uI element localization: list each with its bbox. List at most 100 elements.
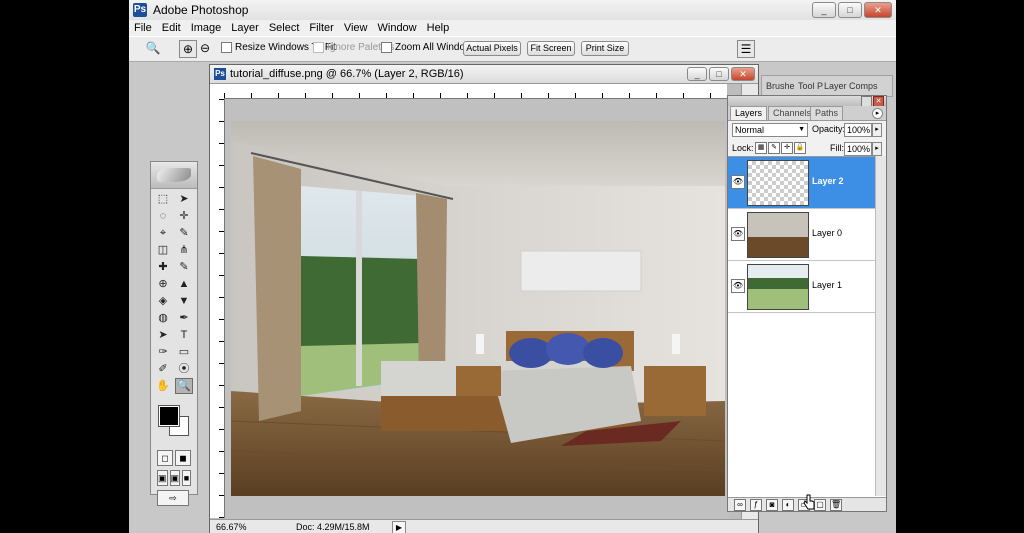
doc-close-button[interactable]: ✕ [731, 67, 755, 81]
palette-toggle-icon[interactable]: ☰ [737, 40, 755, 58]
pen-tool-icon[interactable]: ✒ [175, 310, 193, 326]
marquee-tool-icon[interactable]: ⬚ [154, 191, 172, 207]
resize-windows-checkbox[interactable] [221, 42, 232, 53]
maximize-button[interactable]: □ [838, 2, 862, 18]
ruler-origin[interactable] [210, 84, 225, 99]
tab-layers[interactable]: Layers [730, 106, 768, 120]
lasso-tool-icon[interactable]: ◌ [154, 208, 172, 224]
ignore-palettes-checkbox[interactable] [313, 42, 324, 53]
trash-icon[interactable]: 🗑 [830, 498, 842, 511]
actual-pixels-button[interactable]: Actual Pixels [463, 41, 521, 56]
fill-slider-arrow-icon[interactable]: ▸ [872, 142, 882, 156]
menu-file[interactable]: File [129, 22, 157, 34]
eye-icon[interactable]: 👁 [731, 227, 745, 241]
layer-row-layer-0[interactable]: 👁 Layer 0 [728, 209, 886, 261]
lock-pixels-icon[interactable]: ✎ [768, 142, 780, 154]
standard-mode-icon[interactable]: ◻ [157, 450, 173, 466]
zoom-tool-icon[interactable]: 🔍 [145, 40, 161, 56]
zoom-tool-selected-icon[interactable]: 🔍 [175, 378, 193, 394]
palette-well-tool-presets[interactable]: Tool P [798, 81, 823, 91]
menu-window[interactable]: Window [373, 22, 422, 34]
standard-screen-icon[interactable]: ▣ [157, 470, 168, 486]
crop-tool-icon[interactable]: ⌖ [154, 225, 172, 241]
menu-help[interactable]: Help [422, 22, 455, 34]
doc-minimize-button[interactable]: _ [687, 67, 707, 81]
doc-maximize-button[interactable]: □ [709, 67, 729, 81]
menu-bar: File Edit Image Layer Select Filter View… [129, 20, 896, 36]
measure-tool-icon[interactable]: ⦿ [175, 361, 193, 377]
new-layer-icon[interactable]: ▢ [814, 498, 826, 511]
opacity-field[interactable]: 100% [844, 123, 872, 137]
lock-position-icon[interactable]: ✛ [781, 142, 793, 154]
tab-paths[interactable]: Paths [810, 106, 844, 120]
shape-tool-icon[interactable]: ▭ [175, 344, 193, 360]
menu-layer[interactable]: Layer [226, 22, 264, 34]
menu-select[interactable]: Select [264, 22, 305, 34]
eye-icon[interactable]: 👁 [731, 175, 745, 189]
blur-tool-icon[interactable]: ◈ [154, 293, 172, 309]
fit-screen-button[interactable]: Fit Screen [527, 41, 575, 56]
menu-view[interactable]: View [339, 22, 373, 34]
palette-well: Brushe Tool P Layer Comps [761, 75, 893, 97]
lock-all-icon[interactable]: 🔒 [794, 142, 806, 154]
path-selection-tool-icon[interactable]: ◍ [154, 310, 172, 326]
brush-tool-icon[interactable]: ⋔ [175, 242, 193, 258]
clone-stamp-tool-icon[interactable]: ✚ [154, 259, 172, 275]
zoom-all-checkbox[interactable] [381, 42, 392, 53]
palette-menu-icon[interactable]: ▸ [872, 108, 883, 119]
palette-well-layer-comps[interactable]: Layer Comps [824, 81, 878, 91]
eraser-tool-icon[interactable]: ⊕ [154, 276, 172, 292]
eyedropper-tool-icon[interactable]: ✐ [154, 361, 172, 377]
full-screen-icon[interactable]: ■ [182, 470, 191, 486]
feather-logo-icon [157, 168, 191, 182]
move-tool-icon[interactable]: ➤ [175, 191, 193, 207]
toolbox-header[interactable] [151, 162, 197, 189]
blend-mode-select[interactable]: Normal ▼ [732, 123, 808, 137]
bedroom-render-image[interactable] [231, 121, 725, 496]
horizontal-ruler[interactable] [224, 84, 727, 99]
layer-row-layer-1[interactable]: 👁 Layer 1 [728, 261, 886, 313]
notes-tool-icon[interactable]: ✑ [154, 344, 172, 360]
lock-transparency-icon[interactable]: ▦ [755, 142, 767, 154]
layer-list-scrollbar[interactable] [875, 156, 886, 496]
document-title-bar[interactable]: Ps tutorial_diffuse.png @ 66.7% (Layer 2… [210, 65, 758, 84]
link-layers-icon[interactable]: ∞ [734, 498, 746, 511]
layer-name: Layer 1 [812, 280, 843, 290]
layer-style-icon[interactable]: ƒ [750, 498, 762, 511]
opacity-slider-arrow-icon[interactable]: ▸ [872, 123, 882, 137]
zoom-level[interactable]: 66.67% [216, 522, 247, 532]
fill-field[interactable]: 100% [844, 142, 872, 156]
magic-wand-tool-icon[interactable]: ✛ [175, 208, 193, 224]
close-button[interactable]: ✕ [864, 2, 892, 18]
hand-tool-icon[interactable]: ✋ [154, 378, 172, 394]
dodge-tool-icon[interactable]: ▼ [175, 293, 193, 309]
layer-row-layer-2[interactable]: 👁 Layer 2 [728, 157, 886, 209]
healing-brush-tool-icon[interactable]: ◫ [154, 242, 172, 258]
zoom-in-icon[interactable]: ⊕ [179, 40, 197, 58]
quick-mask-mode-icon[interactable]: ◼ [175, 450, 191, 466]
foreground-color-swatch[interactable] [158, 405, 180, 427]
history-brush-tool-icon[interactable]: ✎ [175, 259, 193, 275]
minimize-button[interactable]: _ [812, 2, 836, 18]
canvas-area[interactable] [225, 99, 730, 519]
jump-to-imageready-icon[interactable]: ⇨ [157, 490, 189, 506]
vertical-ruler[interactable] [210, 98, 225, 518]
menu-edit[interactable]: Edit [157, 22, 186, 34]
layers-palette-titlebar[interactable]: ✕ [728, 96, 886, 107]
type-tool-icon[interactable]: T [175, 327, 193, 343]
menu-image[interactable]: Image [186, 22, 227, 34]
tab-channels[interactable]: Channels [768, 106, 817, 120]
eye-icon[interactable]: 👁 [731, 279, 745, 293]
palette-well-brushes[interactable]: Brushe [766, 81, 795, 91]
layer-name: Layer 0 [812, 228, 843, 238]
adjustment-layer-icon[interactable]: ◐ [782, 498, 794, 511]
slice-tool-icon[interactable]: ✎ [175, 225, 193, 241]
zoom-out-icon[interactable]: ⊖ [197, 40, 213, 56]
status-menu-arrow-icon[interactable]: ▶ [392, 521, 406, 533]
gradient-tool-icon[interactable]: ▲ [175, 276, 193, 292]
print-size-button[interactable]: Print Size [581, 41, 629, 56]
full-screen-menu-icon[interactable]: ▣ [169, 470, 181, 486]
add-mask-icon[interactable]: ◙ [766, 498, 778, 511]
menu-filter[interactable]: Filter [304, 22, 338, 34]
direct-selection-tool-icon[interactable]: ➤ [154, 327, 172, 343]
